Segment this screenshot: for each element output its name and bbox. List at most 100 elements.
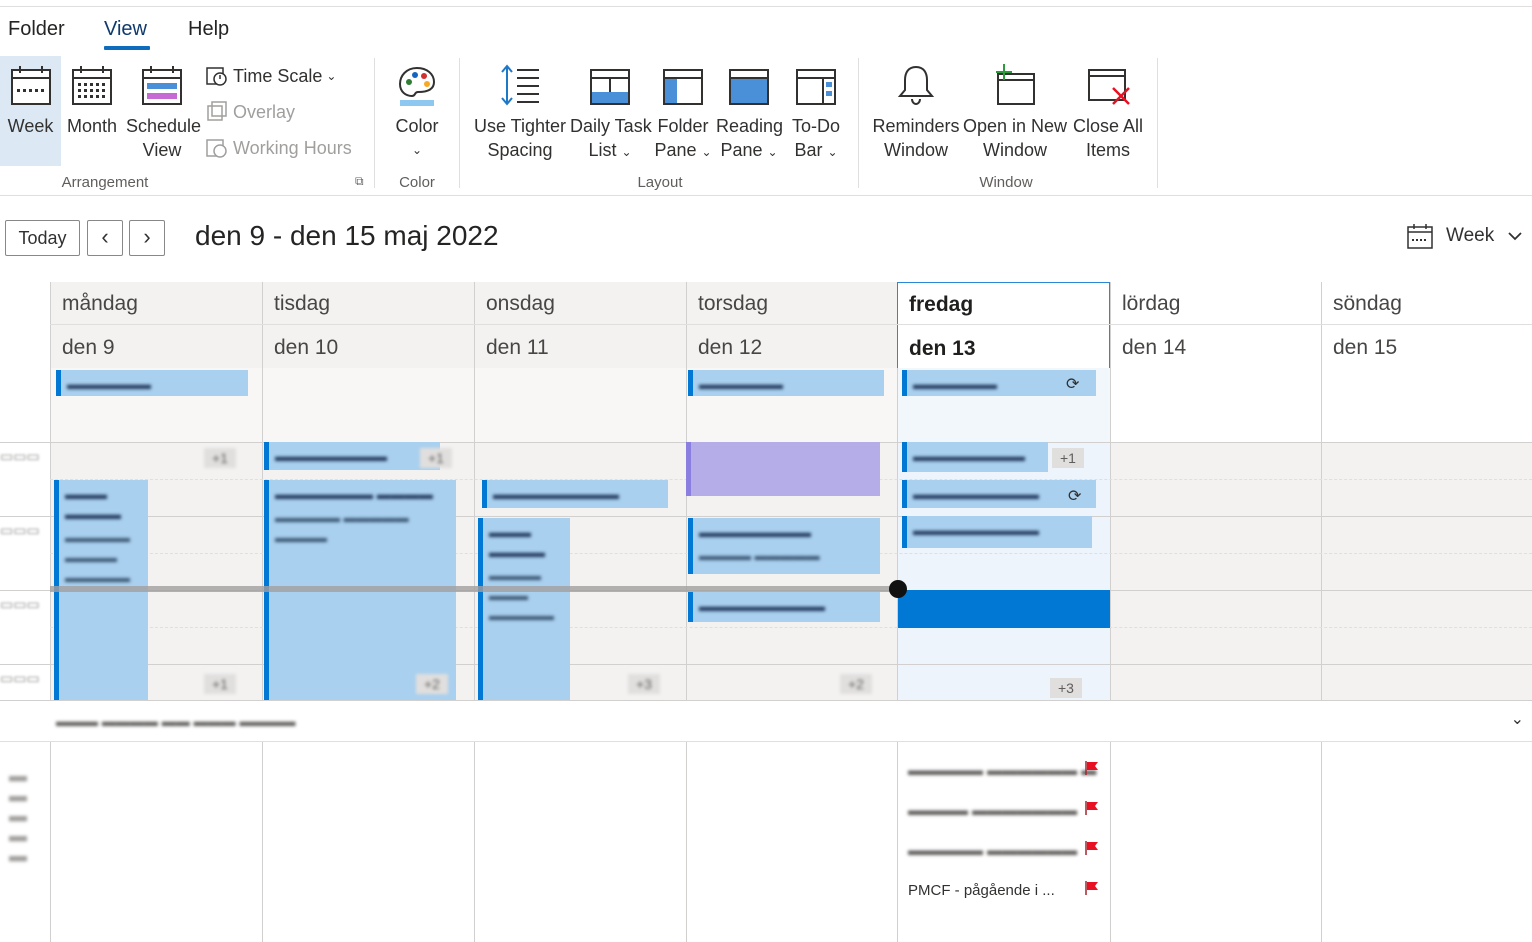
- folder-pane-button[interactable]: Folder Pane ⌄: [652, 56, 714, 166]
- calendar-event[interactable]: ▬▬▬▬▬▬▬▬ ▬▬▬▬ ▬▬▬▬▬: [688, 518, 880, 574]
- day-header-mon[interactable]: måndag den 9: [50, 282, 262, 368]
- task-column[interactable]: [686, 742, 898, 942]
- current-time-line: [50, 586, 898, 592]
- time-scale-dropdown[interactable]: Time Scale ⌄: [205, 64, 336, 88]
- calendar-event[interactable]: ▬▬▬▬▬▬▬▬: [902, 442, 1048, 472]
- arrangement-group-label: Arrangement: [61, 174, 149, 191]
- reminders-window-button[interactable]: Reminders Window: [872, 56, 960, 166]
- layout-group-label: Layout: [637, 174, 683, 191]
- task-item[interactable]: ▬▬▬▬▬ ▬▬▬▬▬▬: [908, 842, 1077, 859]
- reminders-label-1: Reminders: [872, 116, 960, 136]
- chevron-down-icon: ⌄: [411, 143, 423, 157]
- task-column[interactable]: [474, 742, 686, 942]
- day-date: den 14: [1122, 336, 1187, 359]
- day-header-fri-today[interactable]: fredag den 13: [897, 282, 1110, 368]
- reading-pane-label-1: Reading: [716, 116, 784, 136]
- all-day-event[interactable]: ▬▬▬▬▬▬: [688, 370, 884, 396]
- task-column[interactable]: [1321, 742, 1532, 942]
- ribbon-separator: [459, 58, 460, 188]
- more-events-badge[interactable]: +3: [1050, 678, 1082, 698]
- overlay-label: Overlay: [233, 101, 296, 122]
- tighter-spacing-button[interactable]: Use Tighter Spacing: [472, 56, 568, 166]
- flag-icon[interactable]: [1084, 880, 1100, 896]
- tab-view[interactable]: View: [104, 18, 147, 41]
- task-column[interactable]: [1110, 742, 1322, 942]
- more-events-badge[interactable]: +1: [1052, 448, 1084, 468]
- week-view-button[interactable]: Week: [0, 56, 61, 166]
- reading-pane-button[interactable]: Reading Pane ⌄: [716, 56, 784, 166]
- calendar-event[interactable]: ▬▬▬▬▬▬▬▬▬: [482, 480, 668, 508]
- overlay-button[interactable]: Overlay: [205, 100, 295, 124]
- day-header-thu[interactable]: torsdag den 12: [686, 282, 898, 368]
- tighter-label-1: Use Tighter: [473, 116, 567, 136]
- date-range-title: den 9 - den 15 maj 2022: [195, 220, 499, 251]
- more-events-badge[interactable]: +2: [840, 674, 872, 694]
- day-header-wed[interactable]: onsdag den 11: [474, 282, 686, 368]
- day-name: onsdag: [486, 292, 555, 315]
- todo-bar-icon: [796, 69, 836, 105]
- view-selector[interactable]: Week: [1406, 222, 1524, 250]
- daily-task-list-button[interactable]: Daily Task List ⌄: [570, 56, 652, 166]
- previous-week-button[interactable]: ‹: [87, 220, 123, 256]
- tab-help[interactable]: Help: [188, 18, 229, 41]
- more-events-badge[interactable]: +1: [204, 674, 236, 694]
- folder-pane-icon: [663, 69, 703, 105]
- calendar-event[interactable]: ▬▬▬▬▬▬▬▬: [264, 442, 440, 470]
- bell-icon: [897, 65, 935, 106]
- tasks-label: ▬▬▬ ▬▬▬▬ ▬▬ ▬▬▬ ▬▬▬▬: [56, 713, 296, 729]
- chevron-down-icon[interactable]: ⌄: [1511, 709, 1524, 729]
- day-header-tue[interactable]: tisdag den 10: [262, 282, 474, 368]
- task-item[interactable]: PMCF - pågående i ...: [908, 882, 1055, 899]
- close-all-items-button[interactable]: Close All Items: [1070, 56, 1146, 166]
- task-item[interactable]: ▬▬▬▬ ▬▬▬▬▬▬▬: [908, 802, 1077, 819]
- day-header-sat[interactable]: lördag den 14: [1110, 282, 1322, 368]
- dialog-launcher-icon[interactable]: ⧉: [355, 174, 364, 189]
- calendar-event[interactable]: ▬▬▬▬▬▬▬▬▬: [688, 592, 880, 622]
- tab-folder[interactable]: Folder: [8, 18, 65, 41]
- all-day-event[interactable]: ▬▬▬▬▬▬: [56, 370, 248, 396]
- recurring-icon: ⟳: [1068, 488, 1082, 505]
- calendar-event[interactable]: [686, 442, 880, 496]
- more-events-badge[interactable]: +1: [204, 448, 236, 468]
- selected-time-slot[interactable]: [898, 590, 1110, 628]
- close-all-label-2: Items: [1085, 140, 1130, 160]
- calendar-event[interactable]: ▬▬▬▬▬▬▬▬▬: [902, 516, 1092, 548]
- working-hours-button[interactable]: Working Hours: [205, 136, 352, 160]
- day-name: fredag: [909, 293, 974, 316]
- month-view-button[interactable]: Month: [62, 56, 122, 166]
- time-label: ▭▭▭: [0, 670, 40, 686]
- reading-pane-label-2: Pane ⌄: [720, 140, 778, 160]
- menu-bar: Folder View Help: [0, 8, 1532, 52]
- time-scale-icon: [206, 67, 227, 86]
- today-button[interactable]: Today: [5, 220, 80, 256]
- flag-icon[interactable]: [1084, 800, 1100, 816]
- month-label: Month: [66, 116, 118, 136]
- flag-icon[interactable]: [1084, 760, 1100, 776]
- month-calendar-icon: [72, 66, 112, 105]
- all-day-area[interactable]: [1321, 368, 1532, 442]
- folder-pane-label-1: Folder: [657, 116, 709, 136]
- folder-pane-label-2: Pane ⌄: [654, 140, 712, 160]
- all-day-area[interactable]: [262, 368, 474, 442]
- flag-icon[interactable]: [1084, 840, 1100, 856]
- next-week-button[interactable]: ›: [129, 220, 165, 256]
- all-day-area[interactable]: [474, 368, 686, 442]
- open-new-window-button[interactable]: Open in New Window: [962, 56, 1068, 166]
- schedule-icon: [142, 66, 182, 105]
- color-button[interactable]: Color ⌄: [386, 56, 448, 166]
- more-events-badge[interactable]: +3: [628, 674, 660, 694]
- reminders-label-2: Window: [883, 140, 949, 160]
- todo-bar-label-2: Bar ⌄: [794, 140, 838, 160]
- todo-bar-button[interactable]: To-Do Bar ⌄: [786, 56, 846, 166]
- task-column[interactable]: [262, 742, 474, 942]
- tasks-header-bar[interactable]: ▬▬▬ ▬▬▬▬ ▬▬ ▬▬▬ ▬▬▬▬ ⌄: [0, 700, 1532, 742]
- all-day-area[interactable]: [1110, 368, 1322, 442]
- calendar-event[interactable]: ▬▬▬ ▬▬▬▬ ▬▬▬▬ ▬▬▬ ▬▬▬▬▬: [478, 518, 570, 700]
- more-events-badge[interactable]: +1: [420, 448, 452, 468]
- task-item[interactable]: ▬▬▬▬▬ ▬▬▬▬▬▬ ▬: [908, 762, 1096, 779]
- calendar-event[interactable]: ▬▬▬▬▬▬▬▬▬: [902, 480, 1096, 508]
- task-column[interactable]: [50, 742, 262, 942]
- more-events-badge[interactable]: +2: [416, 674, 448, 694]
- schedule-view-button[interactable]: Schedule View: [126, 56, 201, 166]
- day-header-sun[interactable]: söndag den 15: [1321, 282, 1532, 368]
